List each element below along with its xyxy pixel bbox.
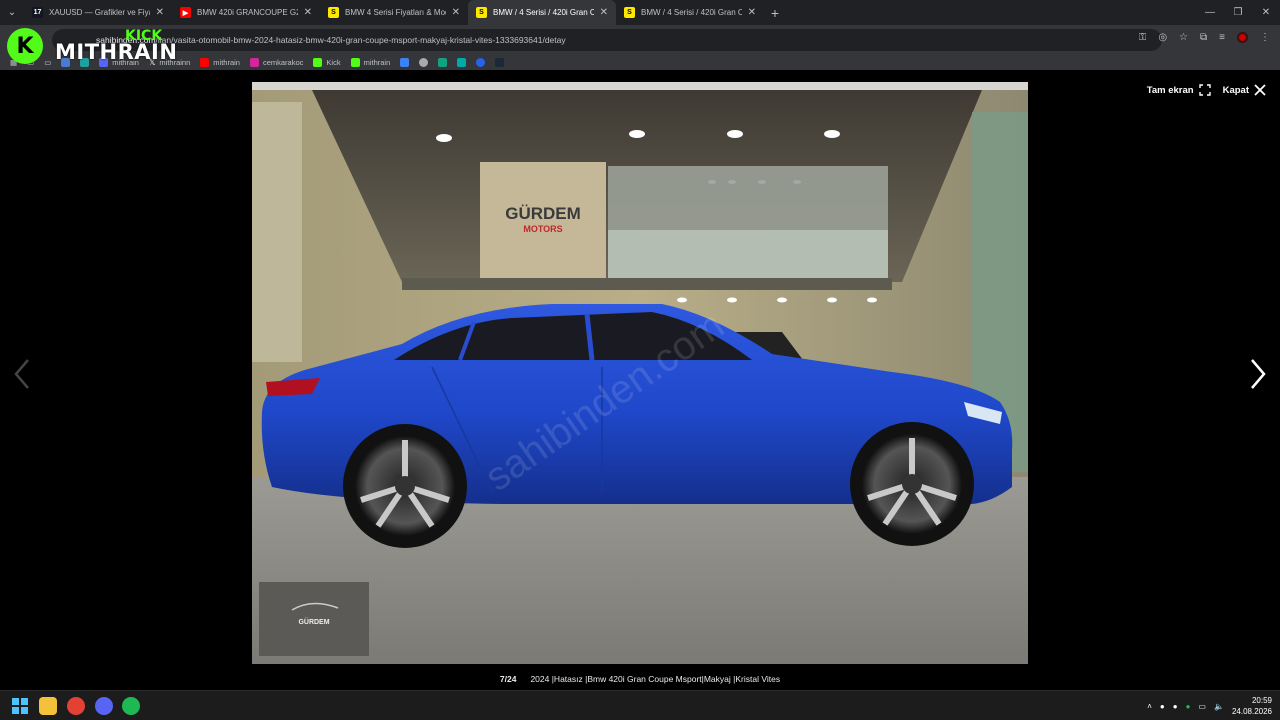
close-label: Kapat [1222, 84, 1249, 96]
bookmark-icon[interactable] [476, 58, 486, 67]
tab-0[interactable]: 17 XAUUSD — Grafikler ve Fiyatlar ✕ [24, 0, 172, 25]
tab-search-button[interactable]: ⌄ [0, 0, 24, 25]
clock-date: 24.08.2026 [1231, 707, 1272, 716]
youtube-icon [200, 58, 210, 67]
fullscreen-label: Tam ekran [1146, 84, 1194, 96]
clock-time: 20:59 [1251, 696, 1272, 705]
tray-spotify-icon[interactable]: ● [1186, 702, 1191, 711]
tab-2[interactable]: S BMW 4 Serisi Fiyatları & Modelleri ✕ [320, 0, 468, 25]
system-tray: ˄ ● ● ● ▭ 🔈 20:59 24.08.2026 [1147, 695, 1272, 717]
extensions-icon[interactable]: ⧉ [1200, 32, 1207, 43]
bookmark-icon[interactable] [457, 58, 467, 67]
file-explorer-icon[interactable] [39, 697, 57, 715]
tab-close-icon[interactable]: ✕ [600, 7, 608, 18]
network-icon[interactable]: ▭ [1198, 702, 1206, 711]
bookmark-label: mithrain [363, 58, 391, 67]
tab-close-icon[interactable]: ✕ [452, 7, 460, 18]
dealer-sign-subtext: MOTORS [523, 224, 562, 234]
next-arrow-icon[interactable] [1246, 356, 1270, 392]
tab-3-active[interactable]: S BMW / 4 Serisi / 420i Gran Coupe ✕ [468, 0, 616, 25]
tab-4[interactable]: S BMW / 4 Serisi / 420i Gran Coupe ✕ [616, 0, 764, 25]
bookmark-icon[interactable] [419, 58, 429, 67]
windows-start-icon[interactable] [11, 697, 29, 715]
fullscreen-button[interactable]: Tam ekran [1147, 84, 1211, 96]
tab-title: BMW / 4 Serisi / 420i Gran Coupe [493, 8, 594, 17]
profile-avatar[interactable] [1237, 32, 1248, 43]
tab-title: BMW / 4 Serisi / 420i Gran Coupe [641, 8, 742, 17]
instagram-icon [249, 58, 259, 67]
bookmark-item[interactable]: cemkarakoc [249, 58, 304, 67]
discord-icon[interactable] [95, 697, 113, 715]
sahibinden-icon: S [328, 7, 339, 18]
bookmark-icon[interactable] [438, 58, 448, 67]
minimize-icon[interactable]: — [1196, 0, 1224, 25]
dealer-sign-text: GÜRDEM [505, 204, 581, 223]
browser-toolbar: sahibinden.com/ilan/vasita-otomobil-bmw-… [0, 25, 1280, 55]
youtube-icon: ▶ [180, 7, 191, 18]
dealer-logo-text: GÜRDEM [298, 617, 329, 626]
bookmarks-bar: ▦ ▭ ▭ mithrain 𝕏mithrainn mithrain cemka… [0, 55, 1280, 70]
close-button[interactable]: Kapat [1223, 84, 1266, 96]
listing-title: 2024 |Hatasız |Bmw 420i Gran Coupe Mspor… [530, 674, 781, 684]
bookmark-label: Kick [326, 58, 341, 67]
photo-gallery-lightbox: Tam ekran Kapat GÜRDEM MOTORS sahibinden… [0, 76, 1280, 690]
kick-icon [313, 58, 323, 67]
photo-caption: 7/24 2024 |Hatasız |Bmw 420i Gran Coupe M… [0, 674, 1280, 684]
volume-icon[interactable]: 🔈 [1214, 702, 1224, 711]
photo-counter: 7/24 [499, 674, 517, 684]
media-control-icon[interactable]: ≡ [1219, 32, 1225, 43]
bookmark-item[interactable]: Kick [313, 58, 341, 67]
steam-icon[interactable] [495, 58, 505, 67]
windows-taskbar: ˄ ● ● ● ▭ 🔈 20:59 24.08.2026 [0, 690, 1280, 720]
url-path: /ilan/vasita-otomobil-bmw-2024-hatasiz-b… [155, 35, 566, 45]
chrome-icon[interactable] [67, 697, 85, 715]
car-photo: GÜRDEM MOTORS sahibinden.com GÜRDEM [252, 82, 1028, 664]
gallery-controls: Tam ekran Kapat [1147, 84, 1266, 96]
bookmark-star-icon[interactable]: ☆ [1179, 32, 1188, 43]
fullscreen-icon [1198, 84, 1211, 96]
clock[interactable]: 20:59 24.08.2026 [1232, 695, 1272, 717]
kick-badge-icon: K [7, 28, 43, 64]
channel-name: MITHRAIN [55, 40, 178, 64]
close-icon [1254, 84, 1266, 96]
tab-strip: ⌄ 17 XAUUSD — Grafikler ve Fiyatlar ✕ ▶ … [0, 0, 1280, 25]
address-bar[interactable]: sahibinden.com/ilan/vasita-otomobil-bmw-… [52, 29, 1162, 51]
tradingview-icon: 17 [32, 7, 43, 18]
kick-stream-overlay: K KICK MITHRAIN [7, 28, 177, 64]
eye-off-icon[interactable]: ◎ [1158, 32, 1167, 43]
bookmark-icon[interactable] [400, 58, 410, 67]
car-photo-image: GÜRDEM MOTORS sahibinden.com GÜRDEM [252, 82, 1028, 664]
window-controls: — ❐ ✕ [1196, 0, 1280, 25]
sahibinden-icon: S [476, 7, 487, 18]
tab-1[interactable]: ▶ BMW 420i GRANCOUPE G26 DF ✕ [172, 0, 320, 25]
kick-icon [350, 58, 360, 67]
tab-close-icon[interactable]: ✕ [748, 7, 756, 18]
previous-arrow-icon[interactable] [10, 356, 34, 392]
tab-close-icon[interactable]: ✕ [304, 7, 312, 18]
bookmark-label: mithrain [213, 58, 240, 67]
bookmark-label: cemkarakoc [262, 58, 304, 67]
sahibinden-icon: S [624, 7, 635, 18]
tray-chevron-icon[interactable]: ˄ [1147, 702, 1152, 711]
tab-title: XAUUSD — Grafikler ve Fiyatlar [49, 8, 150, 17]
bookmark-item[interactable]: mithrain [200, 58, 240, 67]
tab-close-icon[interactable]: ✕ [156, 7, 164, 18]
tab-title: BMW 4 Serisi Fiyatları & Modelleri [345, 8, 446, 17]
spotify-icon[interactable] [122, 697, 140, 715]
password-key-icon[interactable]: ⚿ [1139, 32, 1147, 43]
maximize-icon[interactable]: ❐ [1224, 0, 1252, 25]
toolbar-actions: ⚿ ◎ ☆ ⧉ ≡ ⋮ [1139, 32, 1270, 43]
tray-steam-icon[interactable]: ● [1173, 702, 1178, 711]
tray-discord-icon[interactable]: ● [1160, 702, 1165, 711]
close-window-icon[interactable]: ✕ [1252, 0, 1280, 25]
tab-title: BMW 420i GRANCOUPE G26 DF [197, 8, 298, 17]
bookmark-item[interactable]: mithrain [350, 58, 391, 67]
menu-icon[interactable]: ⋮ [1260, 32, 1270, 43]
new-tab-button[interactable]: + [764, 5, 786, 21]
